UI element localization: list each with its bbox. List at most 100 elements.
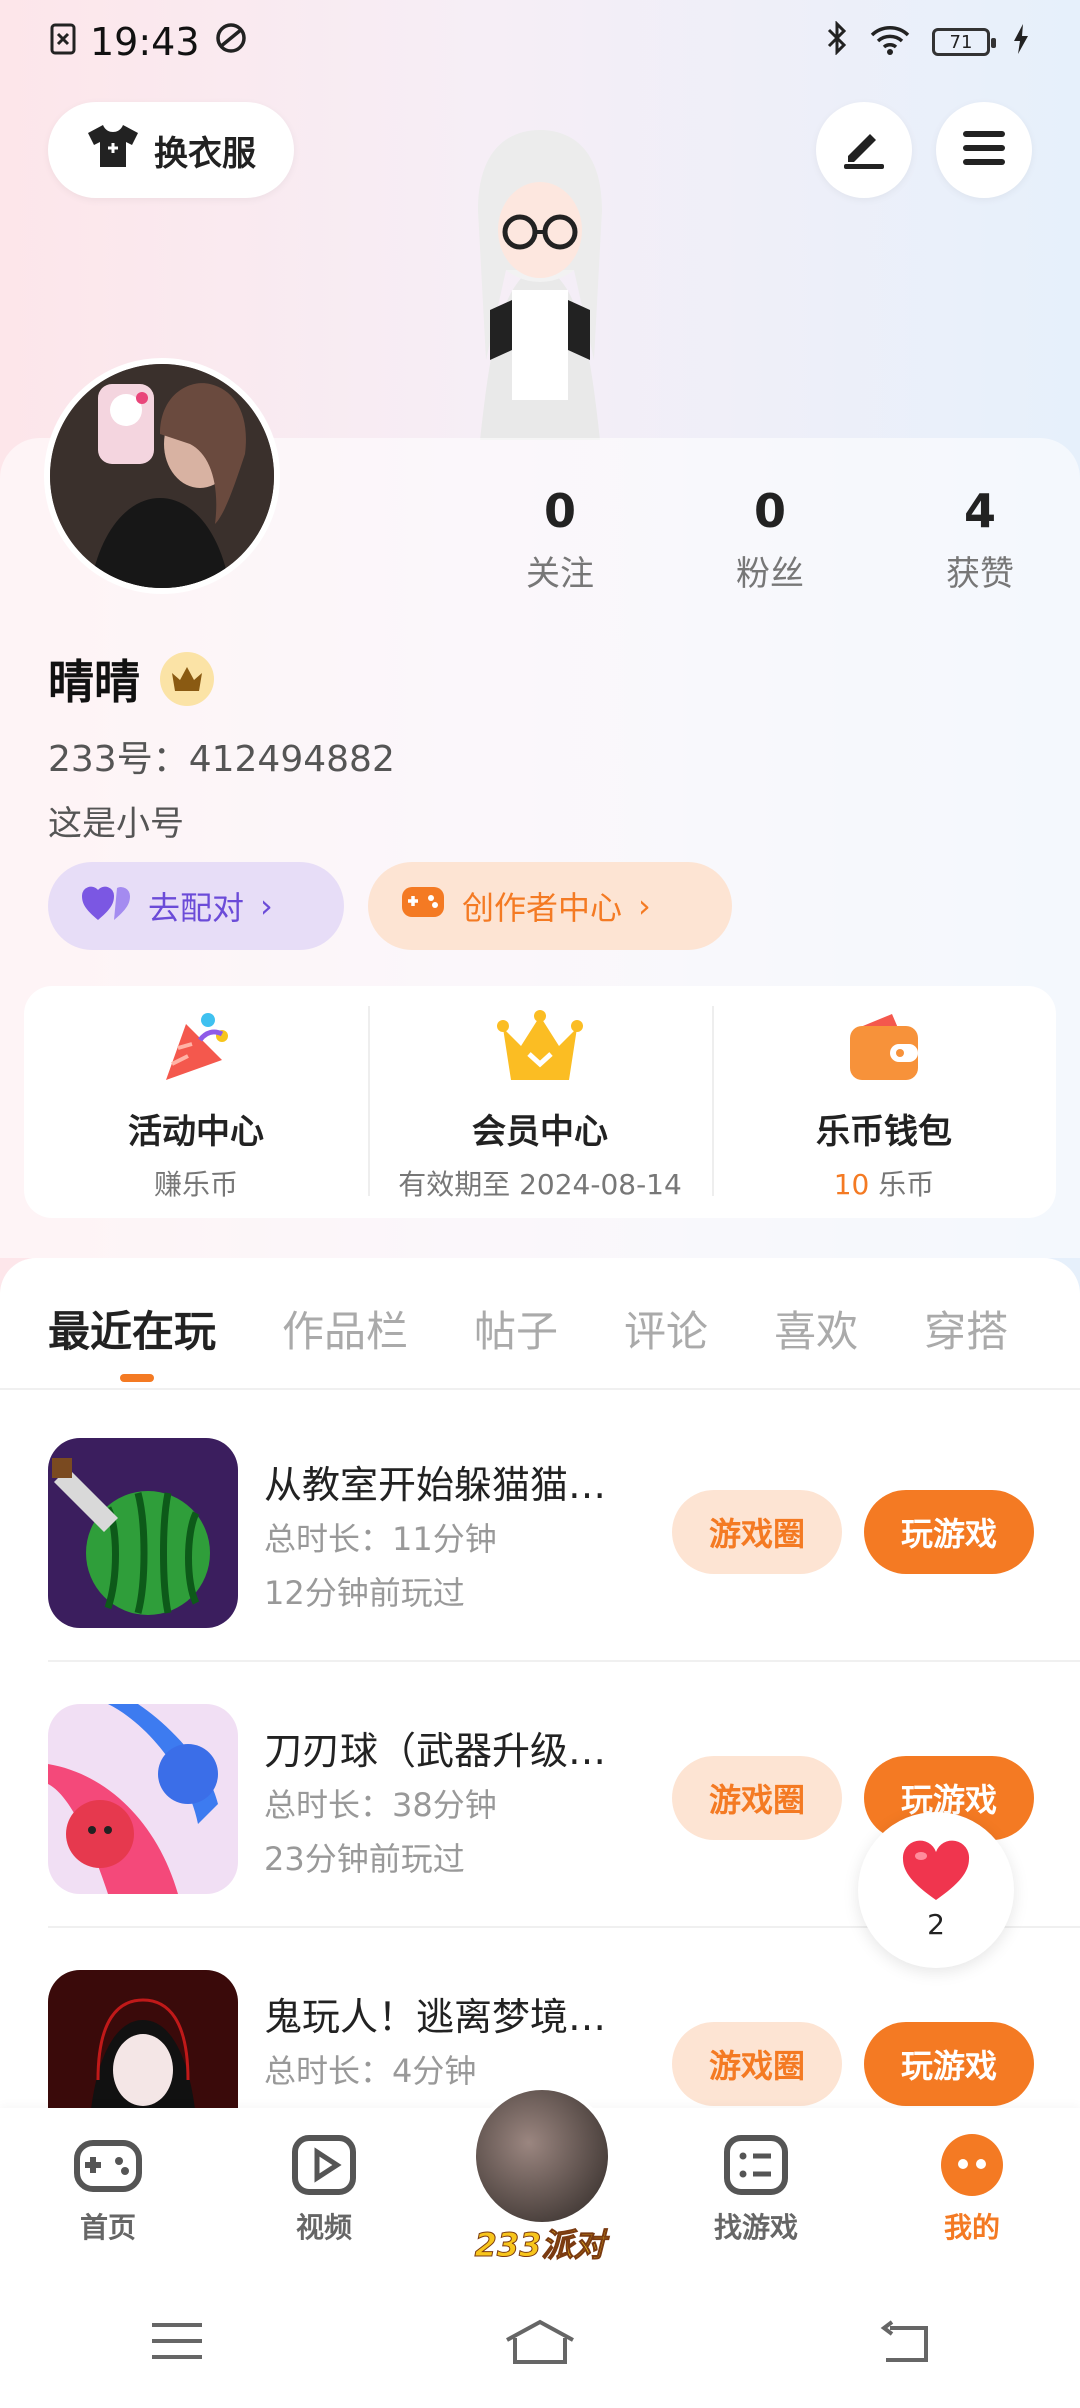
tabs-divider bbox=[0, 1388, 1080, 1390]
chevron-right-icon: › bbox=[260, 887, 273, 925]
nav-home[interactable]: 首页 bbox=[0, 2108, 216, 2278]
list-divider bbox=[48, 1660, 1080, 1662]
party-popper-icon bbox=[156, 1010, 236, 1090]
stat-label: 粉丝 bbox=[736, 554, 804, 594]
chevron-right-icon: › bbox=[638, 887, 651, 925]
quick-cards: 活动中心 赚乐币 会员中心 有效期至 2024-08-14 乐币钱包 10 乐币 bbox=[24, 986, 1056, 1218]
nav-find-games-label: 找游戏 bbox=[713, 2211, 798, 2244]
data-saver-icon bbox=[214, 20, 248, 64]
tab-outfits[interactable]: 穿搭 bbox=[924, 1298, 1008, 1359]
hamburger-icon bbox=[961, 128, 1007, 172]
party-avatar bbox=[472, 2086, 612, 2226]
bottom-nav: 首页 视频 233派对 找游戏 我的 bbox=[0, 2086, 1080, 2278]
list-icon bbox=[721, 2132, 791, 2198]
game-last-played: 12分钟前玩过 bbox=[264, 1574, 465, 1612]
coin-wallet-card[interactable]: 乐币钱包 10 乐币 bbox=[712, 986, 1056, 1218]
like-count: 2 bbox=[927, 1907, 945, 1941]
change-outfit-label: 换衣服 bbox=[154, 133, 256, 174]
game-duration: 总时长：38分钟 bbox=[264, 1786, 497, 1824]
game-title: 鬼玩人！逃离梦境… bbox=[264, 1995, 607, 2039]
tab-likes[interactable]: 喜欢 bbox=[774, 1298, 858, 1359]
profile-avatar[interactable] bbox=[44, 358, 280, 594]
stat-value: 4 bbox=[963, 484, 996, 538]
user-bio: 这是小号 bbox=[48, 804, 184, 844]
game-item[interactable]: 从教室开始躲猫猫… 总时长：11分钟 12分钟前玩过 游戏圈 玩游戏 bbox=[48, 1438, 1048, 1628]
recents-icon[interactable] bbox=[150, 2321, 204, 2365]
nav-video[interactable]: 视频 bbox=[216, 2108, 432, 2278]
status-bar: 19:43 71 bbox=[0, 0, 1080, 84]
content-panel: 最近在玩 作品栏 帖子 评论 喜欢 穿搭 从教室开始躲猫猫… 总时长：11分钟 … bbox=[0, 1258, 1080, 2160]
tab-recently-played[interactable]: 最近在玩 bbox=[48, 1298, 216, 1382]
card-subtitle: 有效期至 2024-08-14 bbox=[398, 1168, 682, 1201]
tab-posts[interactable]: 帖子 bbox=[474, 1298, 558, 1359]
card-title: 会员中心 bbox=[472, 1112, 608, 1152]
game-circle-button[interactable]: 游戏圈 bbox=[672, 1756, 842, 1840]
video-play-icon bbox=[289, 2132, 359, 2198]
vip-center-card[interactable]: 会员中心 有效期至 2024-08-14 bbox=[368, 986, 712, 1218]
menu-button[interactable] bbox=[936, 102, 1032, 198]
like-floating-button[interactable]: 2 bbox=[858, 1812, 1014, 1968]
heart-icon bbox=[901, 1840, 971, 1906]
back-icon[interactable] bbox=[876, 2320, 930, 2366]
stat-likes[interactable]: 4 获赞 bbox=[910, 484, 1050, 595]
card-subtitle: 10 乐币 bbox=[834, 1163, 935, 1203]
battery-icon: 71 bbox=[932, 28, 996, 56]
sim-icon bbox=[50, 20, 76, 64]
username: 晴晴 bbox=[48, 655, 140, 709]
bluetooth-icon bbox=[826, 20, 848, 64]
game-duration: 总时长：11分钟 bbox=[264, 1520, 497, 1558]
play-game-button[interactable]: 玩游戏 bbox=[864, 2022, 1034, 2106]
game-icon[interactable] bbox=[48, 1704, 238, 1894]
nav-video-label: 视频 bbox=[295, 2211, 352, 2244]
heart-pair-icon bbox=[80, 882, 132, 930]
stat-followers[interactable]: 0 粉丝 bbox=[700, 484, 840, 595]
status-time: 19:43 bbox=[90, 20, 200, 64]
creator-center-button[interactable]: 创作者中心 › bbox=[368, 862, 732, 950]
wallet-icon bbox=[844, 1010, 924, 1090]
activity-center-card[interactable]: 活动中心 赚乐币 bbox=[24, 986, 368, 1218]
game-last-played: 23分钟前玩过 bbox=[264, 1840, 465, 1878]
match-label: 去配对 bbox=[148, 889, 245, 927]
avatar-3d-character[interactable] bbox=[400, 120, 680, 440]
card-subtitle: 赚乐币 bbox=[153, 1168, 238, 1201]
change-outfit-button[interactable]: 换衣服 bbox=[48, 102, 294, 198]
username-row: 晴晴 bbox=[48, 646, 214, 712]
charging-icon bbox=[1012, 20, 1030, 64]
stat-label: 关注 bbox=[526, 554, 594, 594]
nav-mine-label: 我的 bbox=[943, 2211, 1000, 2244]
game-title: 刀刃球（武器升级… bbox=[264, 1729, 607, 1773]
tab-works[interactable]: 作品栏 bbox=[282, 1298, 408, 1359]
tshirt-icon bbox=[86, 123, 140, 178]
edit-profile-button[interactable] bbox=[816, 102, 912, 198]
coin-unit: 乐币 bbox=[869, 1168, 935, 1201]
crown-badge-icon[interactable] bbox=[160, 652, 214, 706]
nav-party[interactable]: 233派对 bbox=[432, 2086, 648, 2278]
crown-icon bbox=[497, 1010, 583, 1090]
stat-value: 0 bbox=[543, 484, 576, 538]
nav-find-games[interactable]: 找游戏 bbox=[648, 2108, 864, 2278]
gamepad-icon bbox=[73, 2132, 143, 2198]
game-circle-button[interactable]: 游戏圈 bbox=[672, 1490, 842, 1574]
wifi-icon bbox=[870, 20, 910, 64]
profile-face-icon bbox=[937, 2132, 1007, 2198]
game-icon[interactable] bbox=[48, 1438, 238, 1628]
coin-balance: 10 bbox=[833, 1168, 870, 1201]
match-button[interactable]: 去配对 › bbox=[48, 862, 344, 950]
home-icon[interactable] bbox=[505, 2318, 575, 2368]
card-title: 活动中心 bbox=[128, 1112, 264, 1152]
gamepad-icon bbox=[400, 883, 446, 929]
game-duration: 总时长：4分钟 bbox=[264, 2052, 477, 2090]
tab-comments[interactable]: 评论 bbox=[624, 1298, 708, 1359]
profile-stats: 0 关注 0 粉丝 4 获赞 bbox=[490, 484, 1050, 595]
game-circle-button[interactable]: 游戏圈 bbox=[672, 2022, 842, 2106]
creator-center-label: 创作者中心 bbox=[462, 889, 623, 927]
nav-mine[interactable]: 我的 bbox=[864, 2108, 1080, 2278]
stat-following[interactable]: 0 关注 bbox=[490, 484, 630, 595]
profile-tabs: 最近在玩 作品栏 帖子 评论 喜欢 穿搭 bbox=[0, 1298, 1080, 1382]
stat-label: 获赞 bbox=[946, 554, 1014, 594]
nav-party-label: 233派对 bbox=[474, 2226, 606, 2265]
user-id: 233号：412494882 bbox=[48, 739, 395, 780]
game-title: 从教室开始躲猫猫… bbox=[264, 1463, 607, 1507]
pencil-icon bbox=[840, 126, 888, 174]
play-game-button[interactable]: 玩游戏 bbox=[864, 1490, 1034, 1574]
